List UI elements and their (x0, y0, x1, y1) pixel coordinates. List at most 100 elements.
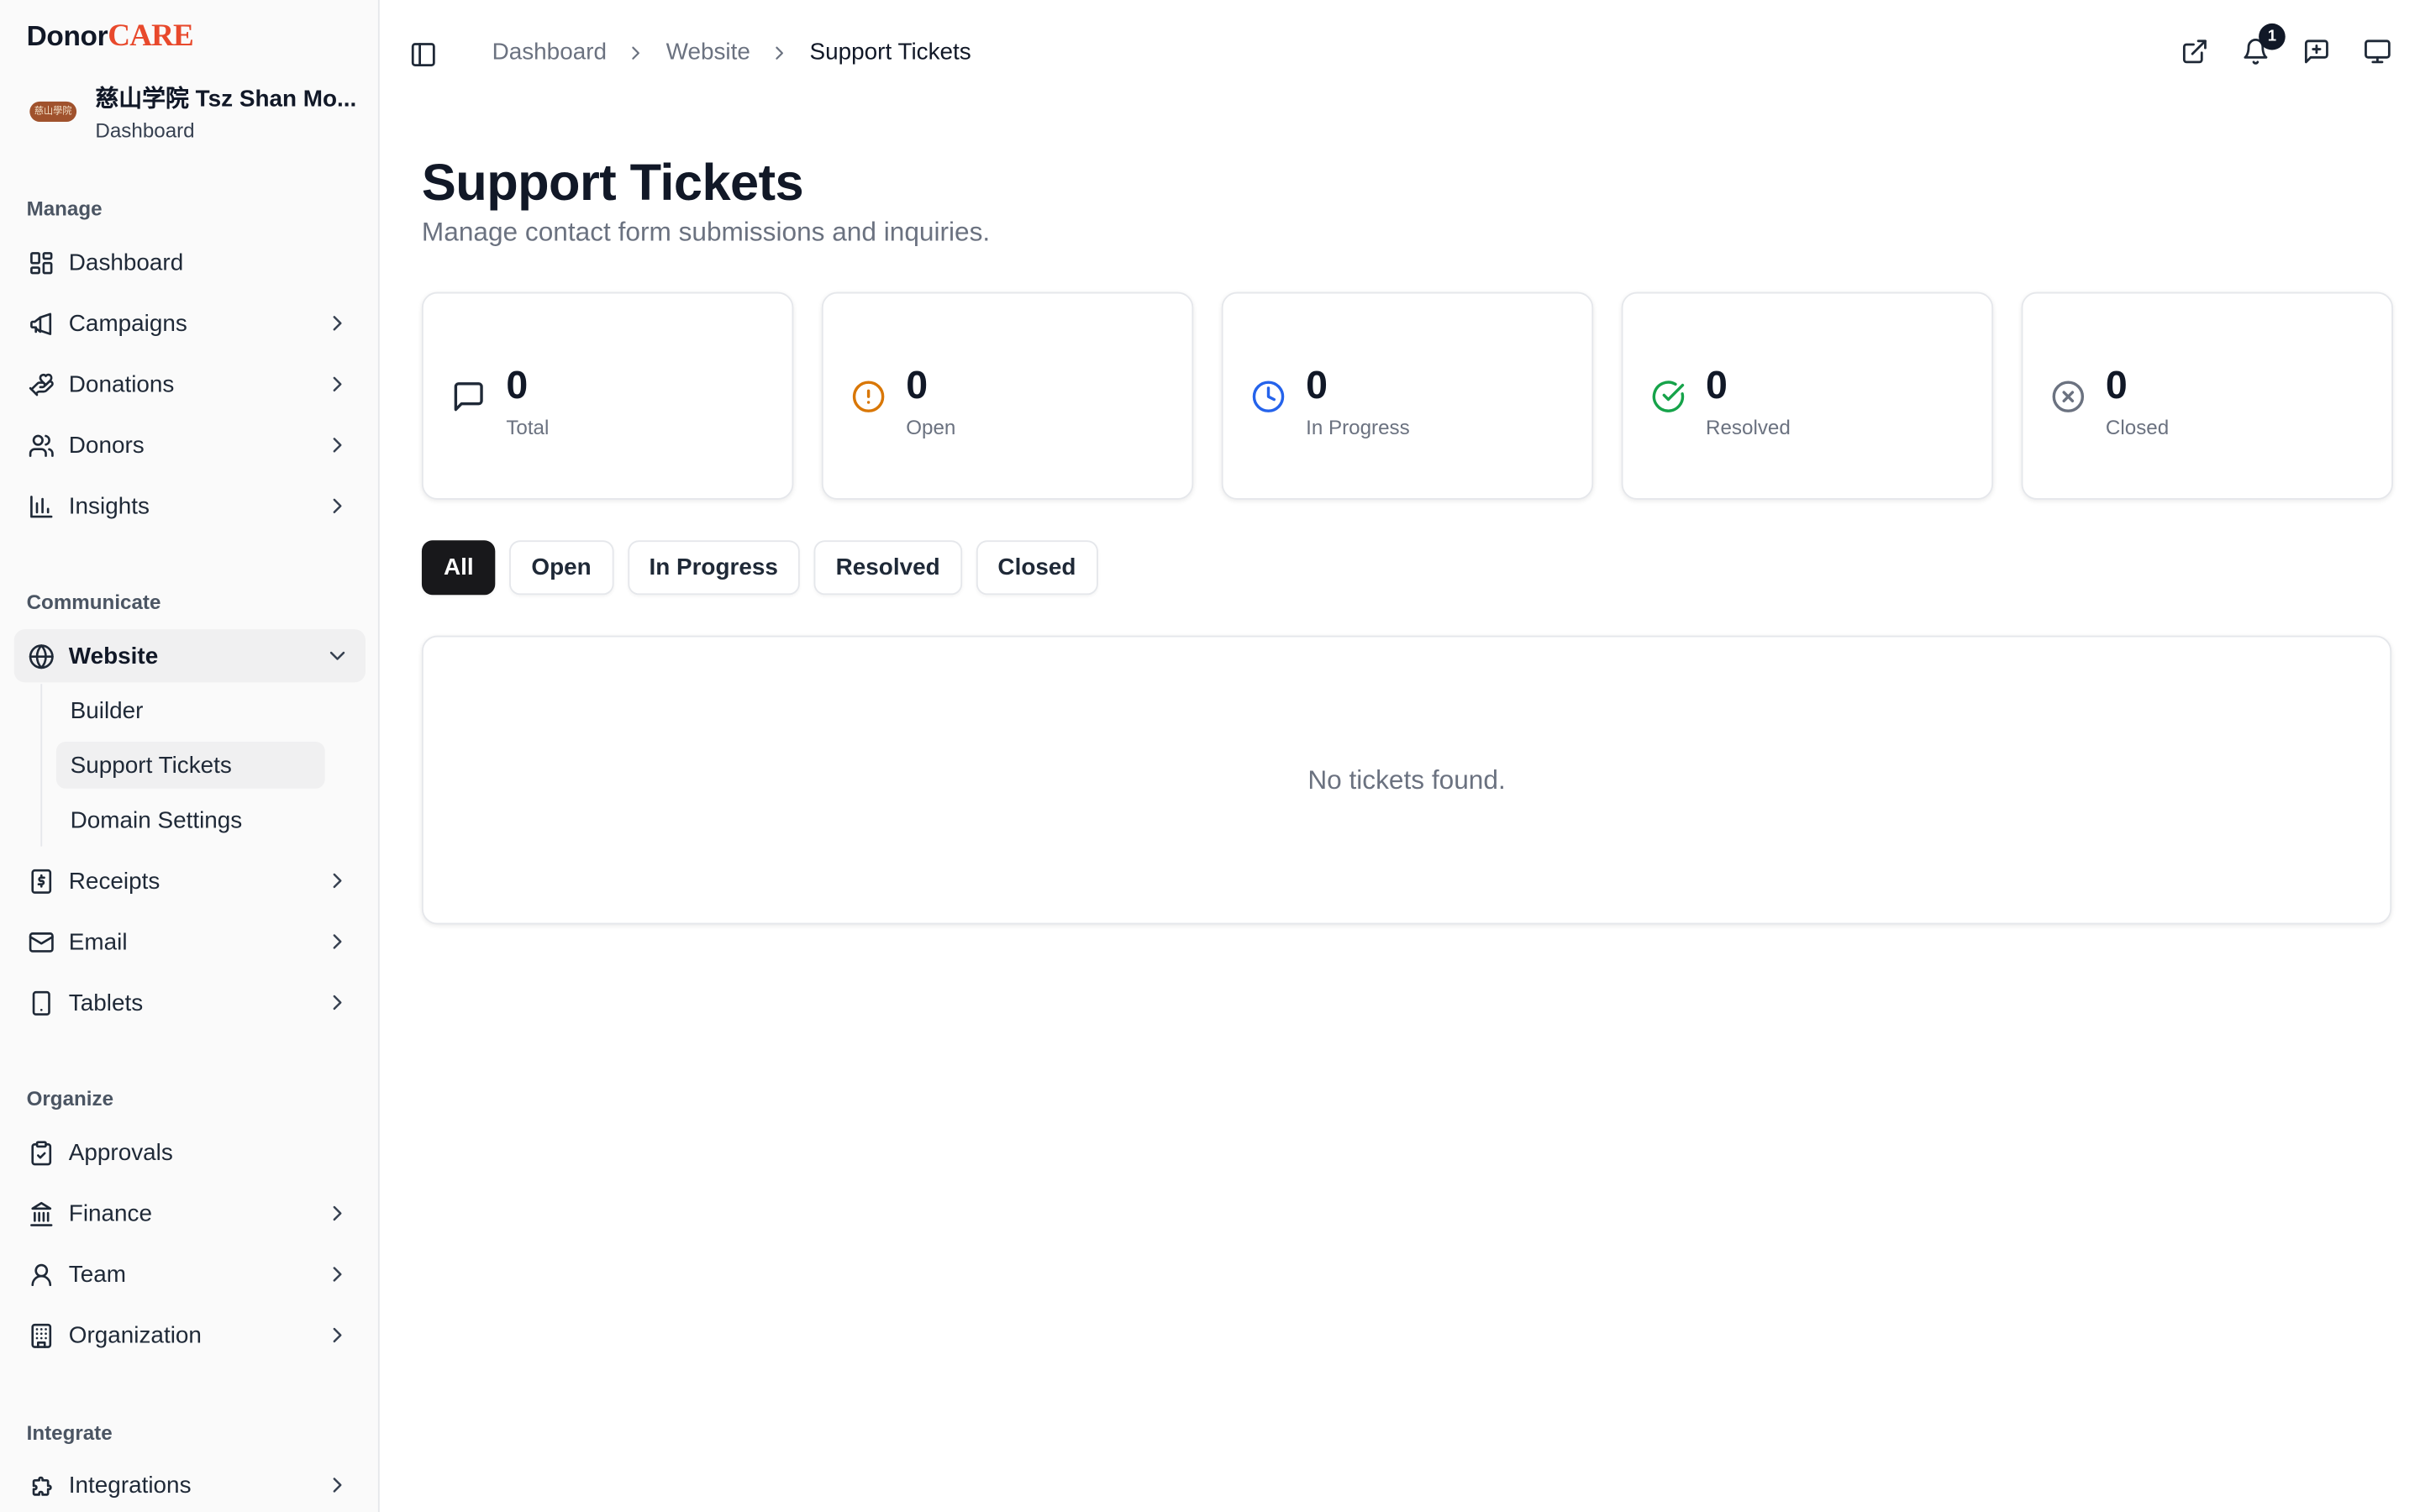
sidebar-item-integrations[interactable]: Integrations (14, 1458, 366, 1511)
breadcrumb-current: Support Tickets (809, 39, 971, 66)
external-link-icon[interactable] (2181, 38, 2208, 66)
bell-icon[interactable]: 1 (2242, 23, 2286, 66)
clock-icon (1251, 380, 1286, 414)
sidebar-item-label: Team (68, 1261, 126, 1288)
chevron-right-icon (325, 1473, 350, 1498)
section-label-manage: Manage (26, 197, 103, 221)
hand-heart-icon (28, 371, 55, 398)
header-actions: 1 (2181, 23, 2391, 66)
sidebar-item-label: Integrations (68, 1472, 192, 1499)
sidebar-subitem-builder[interactable]: Builder (56, 687, 325, 734)
sidebar-item-label: Receipts (68, 867, 160, 895)
alert-circle-icon (851, 380, 886, 414)
chevron-right-icon (769, 41, 791, 63)
chevron-right-icon (325, 929, 350, 954)
stat-card-total: 0 Total (421, 291, 794, 500)
org-avatar: 慈山學院 (27, 85, 80, 138)
stat-card-in-progress: 0 In Progress (1221, 291, 1594, 500)
sidebar-item-receipts[interactable]: Receipts (14, 854, 366, 907)
sidebar-item-label: Tablets (68, 989, 144, 1016)
bar-chart-icon (28, 493, 55, 520)
chevron-right-icon (325, 493, 350, 518)
sidebar-item-label: Website (68, 642, 159, 669)
mail-icon (28, 928, 55, 955)
filter-open-button[interactable]: Open (509, 540, 613, 596)
sidebar-item-label: Donations (68, 370, 175, 398)
panel-left-icon (411, 43, 435, 67)
check-circle-icon (1651, 380, 1686, 414)
sidebar-item-label: Organization (68, 1321, 202, 1349)
megaphone-icon (28, 310, 55, 337)
chevron-right-icon (325, 1323, 350, 1348)
sidebar-item-email[interactable]: Email (14, 915, 366, 968)
stat-card-closed: 0 Closed (2021, 291, 2393, 500)
stat-value: 0 (906, 364, 929, 408)
page-subtitle: Manage contact form submissions and inqu… (421, 217, 991, 247)
sidebar-toggle-button[interactable] (409, 40, 437, 68)
stat-label: Resolved (1706, 415, 1791, 439)
sidebar-item-label: Email (68, 928, 128, 955)
sidebar-subitem-domain-settings[interactable]: Domain Settings (56, 796, 325, 843)
breadcrumb-website[interactable]: Website (666, 39, 750, 66)
breadcrumb: Dashboard Website Support Tickets (492, 39, 971, 66)
message-square-icon (451, 380, 486, 414)
filter-all-button[interactable]: All (421, 540, 496, 596)
sidebar-item-label: Campaigns (68, 310, 187, 337)
chevron-right-icon (325, 311, 350, 336)
org-switcher[interactable]: 慈山學院 慈山学院 Tsz Shan Mo... Dashboard (27, 81, 363, 143)
tablet-icon (28, 990, 55, 1016)
sidebar-item-approvals[interactable]: Approvals (14, 1126, 366, 1179)
org-avatar-text: 慈山學院 (29, 101, 77, 123)
empty-state-message: No tickets found. (1307, 764, 1506, 795)
user-icon (28, 1261, 55, 1288)
x-circle-icon (2051, 380, 2086, 414)
tickets-panel: No tickets found. (421, 635, 2392, 925)
section-label-organize: Organize (26, 1086, 114, 1110)
section-label-integrate: Integrate (26, 1420, 113, 1445)
stat-value: 0 (506, 364, 529, 408)
filter-closed-button[interactable]: Closed (976, 540, 1098, 596)
org-name: 慈山学院 Tsz Shan Mo... (95, 86, 357, 113)
sidebar-item-dashboard[interactable]: Dashboard (14, 236, 366, 289)
puzzle-icon (28, 1472, 55, 1499)
org-subtitle: Dashboard (95, 118, 195, 143)
breadcrumb-dashboard[interactable]: Dashboard (492, 39, 607, 66)
filter-in-progress-button[interactable]: In Progress (627, 540, 800, 596)
sidebar-item-donors[interactable]: Donors (14, 418, 366, 471)
receipt-dollar-icon (28, 868, 55, 895)
message-plus-icon[interactable] (2302, 38, 2330, 66)
building-icon (28, 1322, 55, 1349)
ticket-status-filters: All Open In Progress Resolved Closed (421, 540, 1098, 596)
stat-value: 0 (1706, 364, 1728, 408)
chevron-right-icon (325, 371, 350, 396)
chevron-right-icon (325, 433, 350, 458)
sidebar-item-tablets[interactable]: Tablets (14, 976, 366, 1029)
sidebar-item-campaigns[interactable]: Campaigns (14, 297, 366, 349)
sidebar-item-insights[interactable]: Insights (14, 480, 366, 533)
filter-resolved-button[interactable]: Resolved (813, 540, 962, 596)
stat-label: Total (506, 415, 550, 439)
chevron-right-icon (325, 990, 350, 1016)
chevron-right-icon (325, 869, 350, 894)
submenu-divider (40, 684, 43, 847)
monitor-icon[interactable] (2364, 38, 2391, 66)
sidebar-item-organization[interactable]: Organization (14, 1309, 366, 1362)
sidebar-item-label: Dashboard (68, 249, 184, 276)
chevron-right-icon (625, 41, 647, 63)
stat-card-open: 0 Open (821, 291, 1194, 500)
section-label-communicate: Communicate (26, 590, 161, 614)
chevron-right-icon (325, 1262, 350, 1287)
brand-logo[interactable]: Donor CARE (27, 18, 194, 55)
chevron-down-icon (325, 643, 350, 669)
stat-label: In Progress (1306, 415, 1410, 439)
users-icon (28, 432, 55, 459)
sidebar-item-donations[interactable]: Donations (14, 358, 366, 411)
sidebar-item-team[interactable]: Team (14, 1247, 366, 1300)
sidebar: Donor CARE 慈山學院 慈山学院 Tsz Shan Mo... Dashb… (0, 0, 380, 1512)
sidebar-item-label: Finance (68, 1200, 153, 1227)
sidebar-item-website[interactable]: Website (13, 629, 366, 683)
sidebar-subitem-support-tickets[interactable]: Support Tickets (55, 742, 325, 789)
sidebar-item-label: Insights (68, 492, 150, 520)
stat-value: 0 (1306, 364, 1328, 408)
sidebar-item-finance[interactable]: Finance (14, 1187, 366, 1240)
